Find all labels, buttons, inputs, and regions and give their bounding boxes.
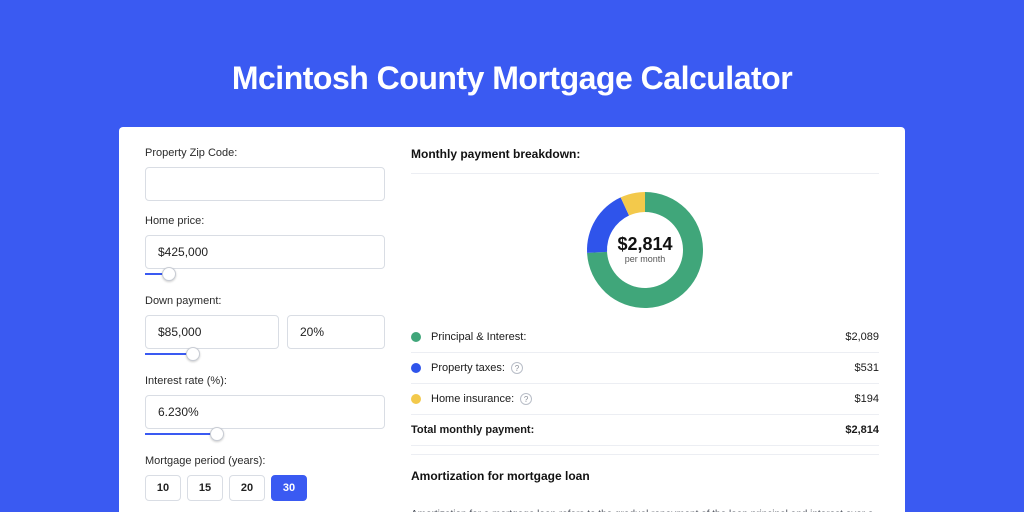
legend-value: $194: [855, 393, 879, 405]
zip-input[interactable]: [145, 167, 385, 201]
legend-dot-icon: [411, 363, 421, 373]
period-option-30[interactable]: 30: [271, 475, 307, 501]
legend-total-value: $2,814: [845, 424, 879, 436]
interest-rate-label: Interest rate (%):: [145, 375, 385, 387]
legend-value: $531: [855, 362, 879, 374]
page-title: Mcintosh County Mortgage Calculator: [0, 0, 1024, 127]
amortization-body: Amortization for a mortgage loan refers …: [411, 495, 879, 512]
home-price-slider[interactable]: [145, 267, 385, 281]
form-column: Property Zip Code: Home price: Down paym…: [145, 147, 385, 512]
legend-total-label: Total monthly payment:: [411, 424, 845, 436]
legend-total-row: Total monthly payment: $2,814: [411, 414, 879, 446]
info-icon[interactable]: ?: [511, 362, 523, 374]
legend-label: Property taxes:?: [431, 362, 855, 374]
legend-dot-icon: [411, 332, 421, 342]
legend-value: $2,089: [845, 331, 879, 343]
down-payment-slider[interactable]: [145, 347, 385, 361]
legend-label: Home insurance:?: [431, 393, 855, 405]
breakdown-title: Monthly payment breakdown:: [411, 147, 879, 174]
down-payment-pct-input[interactable]: [287, 315, 385, 349]
home-price-input[interactable]: [145, 235, 385, 269]
down-payment-input[interactable]: [145, 315, 279, 349]
legend-label: Principal & Interest:: [431, 331, 845, 343]
breakdown-column: Monthly payment breakdown: $2,814 per mo…: [411, 147, 879, 512]
home-price-label: Home price:: [145, 215, 385, 227]
period-option-10[interactable]: 10: [145, 475, 181, 501]
mortgage-period-label: Mortgage period (years):: [145, 455, 385, 467]
donut-center-sub: per month: [625, 254, 666, 264]
legend-row-0: Principal & Interest:$2,089: [411, 322, 879, 353]
legend-dot-icon: [411, 394, 421, 404]
amortization-title: Amortization for mortgage loan: [411, 454, 879, 495]
legend-row-2: Home insurance:?$194: [411, 384, 879, 414]
donut-center-amount: $2,814: [617, 234, 672, 254]
period-option-20[interactable]: 20: [229, 475, 265, 501]
donut-chart: $2,814 per month: [411, 174, 879, 322]
legend: Principal & Interest:$2,089Property taxe…: [411, 322, 879, 414]
down-payment-label: Down payment:: [145, 295, 385, 307]
zip-label: Property Zip Code:: [145, 147, 385, 159]
legend-row-1: Property taxes:?$531: [411, 353, 879, 384]
calculator-card: Property Zip Code: Home price: Down paym…: [119, 127, 905, 512]
info-icon[interactable]: ?: [520, 393, 532, 405]
period-option-15[interactable]: 15: [187, 475, 223, 501]
interest-rate-slider[interactable]: [145, 427, 385, 441]
mortgage-period-group: 10152030: [145, 475, 385, 501]
interest-rate-input[interactable]: [145, 395, 385, 429]
